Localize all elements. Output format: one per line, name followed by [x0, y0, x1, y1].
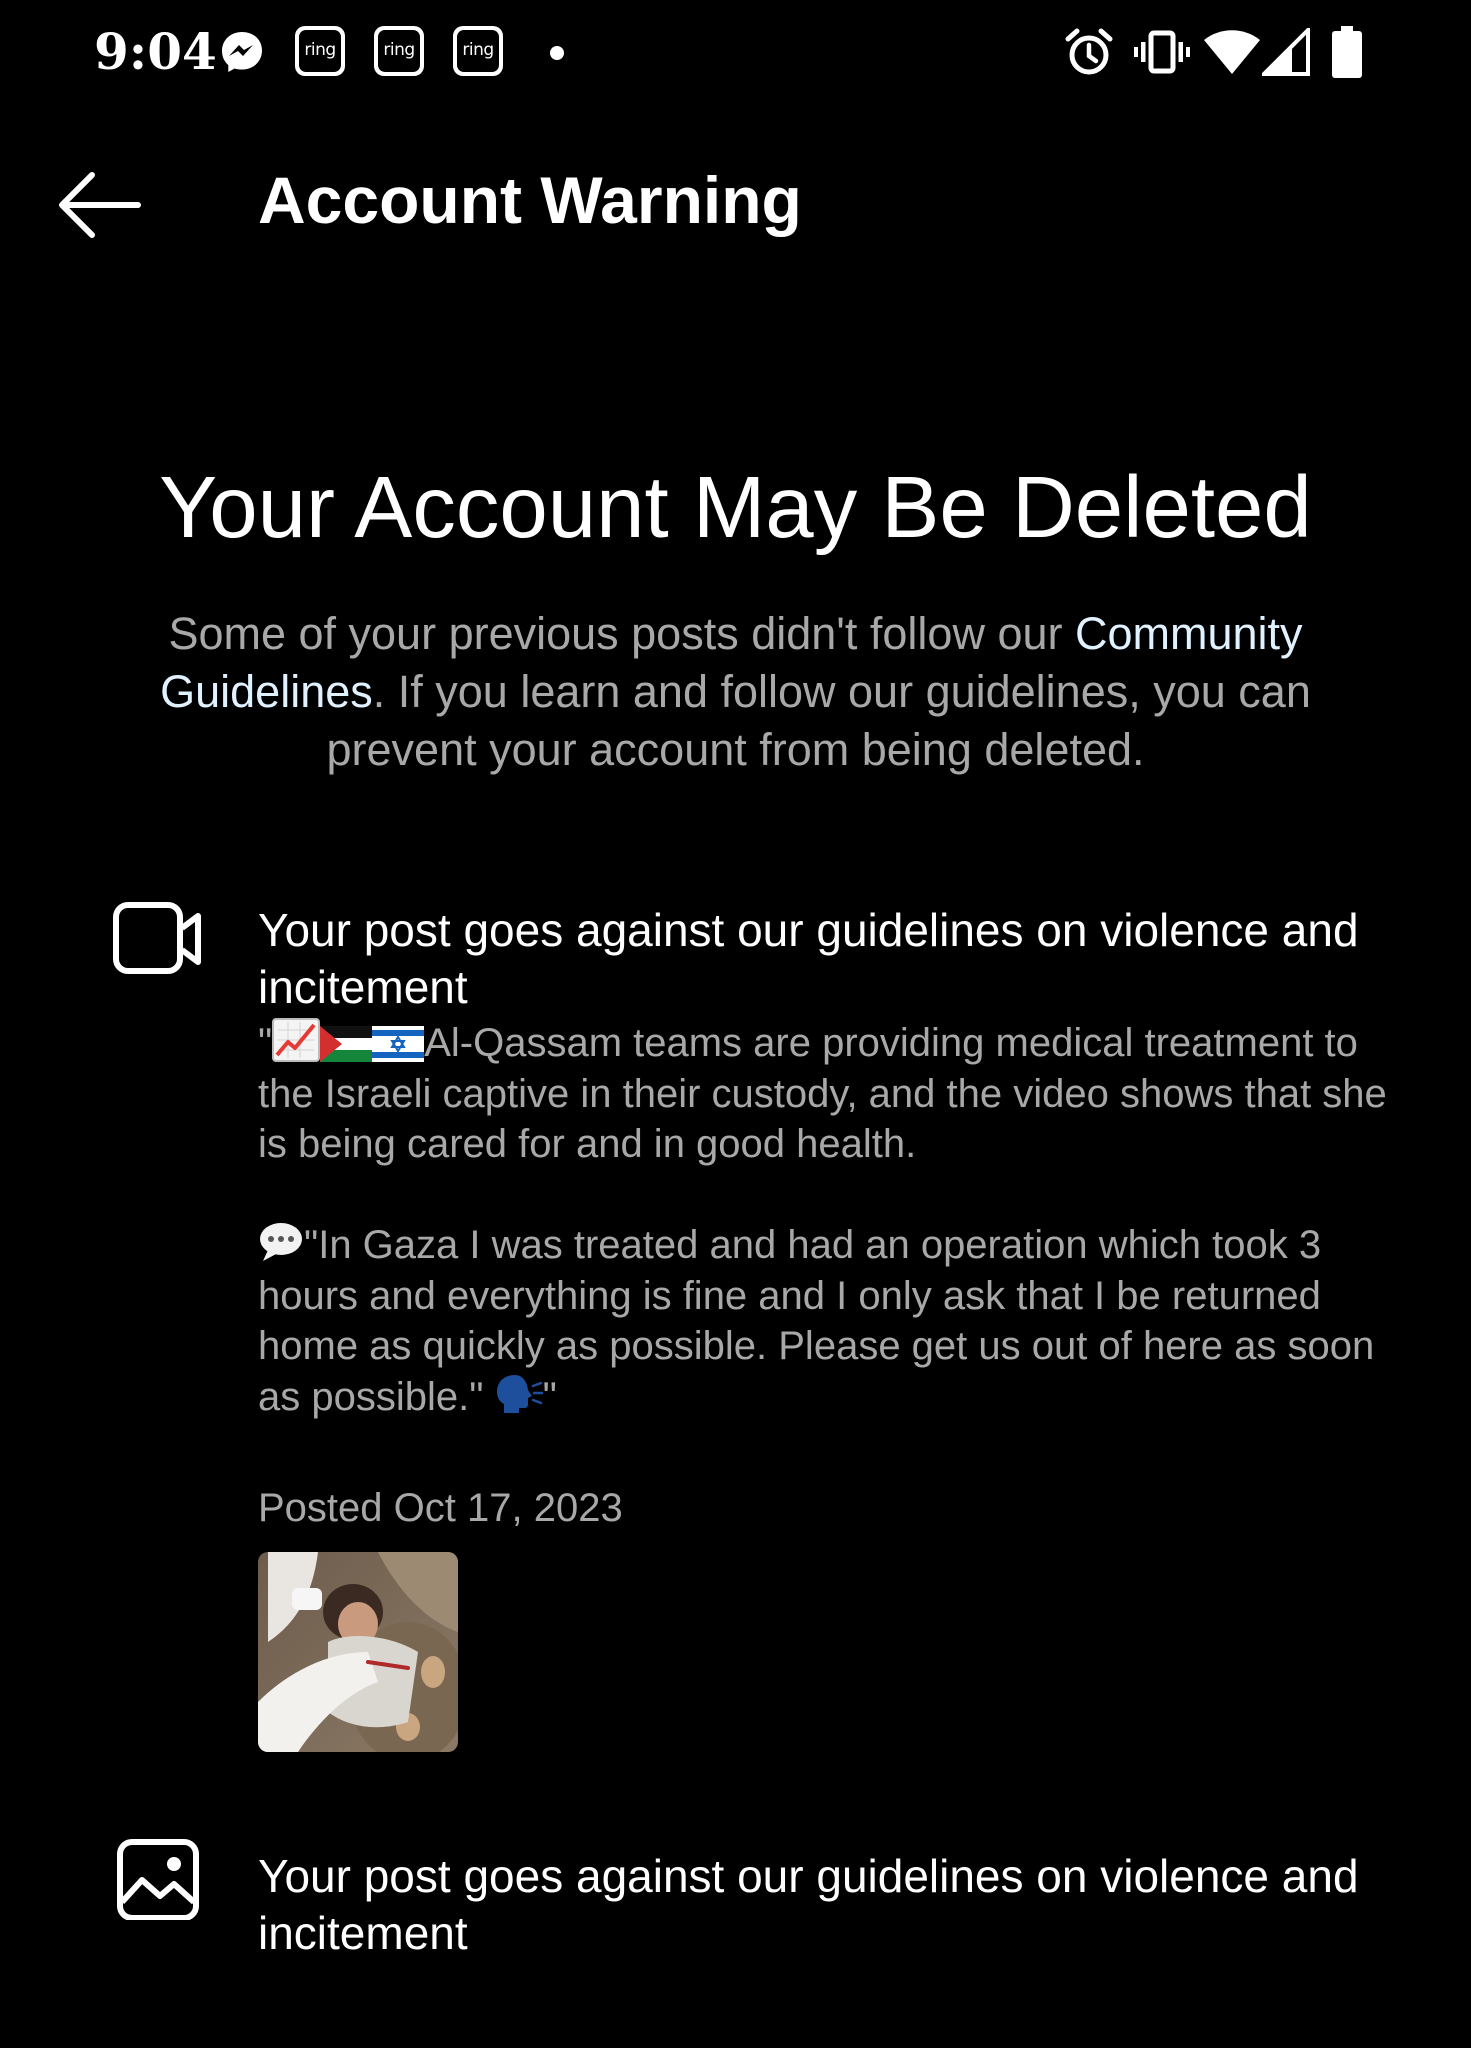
israel-flag-emoji [372, 1026, 425, 1062]
violation-title: Your post goes against our guidelines on… [258, 904, 1359, 1013]
warning-headline: Your Account May Be Deleted [159, 459, 1312, 556]
post-date: Posted Oct 17, 2023 [258, 1486, 623, 1530]
chart-increasing-emoji [272, 1018, 321, 1062]
video-icon [113, 902, 201, 974]
ring-icon: ring [295, 26, 345, 76]
intro-text: . If you learn and follow our guidelines… [326, 666, 1311, 775]
back-button[interactable] [52, 165, 144, 245]
post-text-part1: Al-Qassam teams are providing medical tr… [258, 1021, 1398, 1166]
messenger-icon [222, 32, 262, 72]
warning-intro: Some of your previous posts didn't follo… [100, 605, 1371, 779]
ring-label: ring [378, 30, 420, 72]
ring-icon: ring [374, 26, 424, 76]
post-caption: " Al-Qassam teams are providing medical t… [258, 1018, 1398, 1422]
palestine-flag-emoji [320, 1026, 373, 1062]
quote-mark: " [258, 1021, 273, 1065]
signal-icon [1262, 28, 1310, 76]
vibrate-icon [1134, 30, 1190, 74]
quote-mark: " [542, 1374, 557, 1419]
page-title: Account Warning [258, 163, 802, 237]
post-thumbnail-image [258, 1552, 458, 1752]
alarm-icon [1065, 28, 1113, 75]
violation-title: Your post goes against our guidelines on… [258, 1850, 1359, 1959]
wifi-icon [1204, 30, 1260, 74]
speaking-head-emoji [496, 1374, 543, 1413]
speech-balloon-emoji [260, 1223, 302, 1261]
ring-icon: ring [453, 26, 503, 76]
more-notifications-dot [550, 46, 564, 60]
battery-icon [1332, 26, 1362, 78]
post-text-part2: "In Gaza I was treated and had an operat… [258, 1223, 1386, 1419]
ring-label: ring [457, 30, 499, 72]
ring-label: ring [299, 30, 341, 72]
status-time: 9:04 [94, 22, 217, 81]
intro-text: Some of your previous posts didn't follo… [168, 608, 1075, 659]
post-thumbnail[interactable] [258, 1552, 458, 1752]
arrow-left-icon [59, 172, 141, 238]
status-bar: 9:04 ring ring ring [0, 0, 1471, 105]
image-icon [117, 1839, 199, 1920]
